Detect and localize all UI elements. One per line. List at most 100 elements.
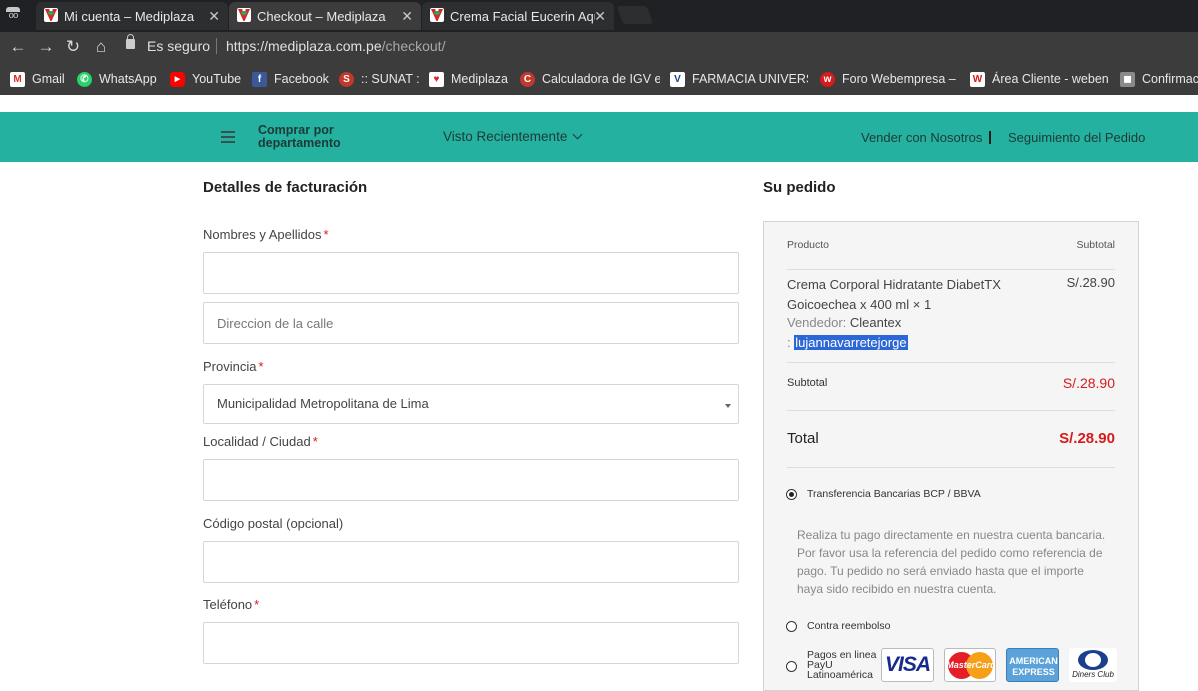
browser-tab-bar: oo Mi cuenta – Mediplaza ✕ Checkout – Me… <box>0 0 1198 32</box>
street-address-field[interactable]: Direccion de la calle <box>203 302 739 344</box>
lock-icon <box>126 34 135 49</box>
gmail-icon: M <box>10 72 25 87</box>
forward-arrow-icon[interactable]: → <box>36 37 56 57</box>
url-omnibox[interactable]: Es seguro https://mediplaza.com.pe/check… <box>120 34 1198 59</box>
tab-crema-facial[interactable]: Crema Facial Eucerin Aqu ✕ <box>422 2 614 30</box>
total-value: S/.28.90 <box>1059 430 1115 447</box>
omnibox-separator <box>216 38 217 54</box>
order-summary-box: Producto Subtotal Crema Corporal Hidrata… <box>763 221 1139 691</box>
chevron-down-icon <box>572 129 583 140</box>
bank-transfer-description: Realiza tu pago directamente en nuestra … <box>797 528 1106 596</box>
cash-on-delivery-radio[interactable] <box>786 621 797 632</box>
product-name: Crema Corporal Hidratante DiabetTX Goico… <box>787 277 1001 312</box>
postal-code-field[interactable] <box>203 541 739 583</box>
vendor-name: Cleantex <box>849 315 902 330</box>
subtotal-column-header: Subtotal <box>1076 239 1115 251</box>
tab-mi-cuenta[interactable]: Mi cuenta – Mediplaza ✕ <box>36 2 228 30</box>
bookmark-mediplaza[interactable]: ♥ Mediplaza <box>429 71 511 89</box>
payu-label[interactable]: Pagos en linea PayU Latinoamérica <box>807 650 879 681</box>
new-tab-button[interactable] <box>616 6 654 24</box>
bank-transfer-label[interactable]: Transferencia Bancarias BCP / BBVA <box>807 488 981 500</box>
page-top-gap <box>0 95 1198 112</box>
secure-label: Es seguro <box>147 38 211 54</box>
street-address-placeholder: Direccion de la calle <box>217 316 334 331</box>
mediplaza-icon: ♥ <box>429 72 444 87</box>
mediplaza-favicon-icon <box>237 8 251 22</box>
bookmark-youtube[interactable]: ▶ YouTube <box>170 71 244 89</box>
youtube-icon: ▶ <box>170 72 185 87</box>
tab-checkout[interactable]: Checkout – Mediplaza ✕ <box>229 2 421 30</box>
profile-icon: ◼ <box>1120 72 1135 87</box>
diners-club-logo-icon: Diners Club <box>1069 648 1117 682</box>
divider <box>787 467 1115 468</box>
city-label: Localidad / Ciudad * <box>203 434 318 449</box>
billing-title: Detalles de facturación <box>203 179 368 196</box>
incognito-icon: oo <box>4 6 22 24</box>
subtotal-label: Subtotal <box>787 377 828 389</box>
mastercard-logo-icon: MasterCard <box>944 648 996 682</box>
product-column-header: Producto <box>787 239 830 251</box>
product-quantity: × 1 <box>912 297 932 312</box>
name-field[interactable] <box>203 252 739 294</box>
vendor-line: Vendedor: Cleantex <box>787 315 902 330</box>
mediplaza-favicon-icon <box>430 8 444 22</box>
amex-logo-icon: AMERICAN EXPRESS <box>1006 648 1059 682</box>
bookmark-sunat[interactable]: S:: SUNAT :: <box>339 71 419 89</box>
bookmarks-bar: M Gmail ✆ WhatsApp ▶ YouTube f Facebook S:: … <box>0 62 1198 95</box>
sunat-icon: S <box>339 72 354 87</box>
facebook-icon: f <box>252 72 267 87</box>
bookmark-farmacia[interactable]: VFARMACIA UNIVERSA <box>670 71 808 89</box>
reload-icon[interactable]: ↻ <box>63 37 83 57</box>
postal-code-label: Código postal (opcional) <box>203 516 344 531</box>
vendor-user-selected-text[interactable]: lujannavarretejorge <box>794 335 908 350</box>
bookmark-facebook[interactable]: f Facebook <box>252 71 330 89</box>
bookmark-confirmac[interactable]: ◼ Confirmac <box>1120 71 1198 89</box>
departments-menu[interactable]: Comprar por departamento <box>258 124 368 150</box>
bookmark-calculadora-igv[interactable]: C Calculadora de IGV e <box>520 71 660 89</box>
site-header: Comprar por departamento Visto Recientem… <box>0 112 1198 162</box>
bookmark-area-cliente[interactable]: W Área Cliente - weben <box>970 71 1108 89</box>
farmacia-icon: V <box>670 72 685 87</box>
tab-close-icon[interactable]: ✕ <box>401 8 413 25</box>
whatsapp-icon: ✆ <box>77 72 92 87</box>
bookmark-gmail[interactable]: M Gmail <box>10 71 68 89</box>
product-price: S/.28.90 <box>1066 275 1115 290</box>
hamburger-menu-icon[interactable] <box>221 131 235 143</box>
bank-transfer-radio[interactable] <box>786 489 797 500</box>
bookmark-foro-webempresa[interactable]: w Foro Webempresa – F <box>820 71 958 89</box>
header-separator <box>989 131 991 144</box>
url-text[interactable]: https://mediplaza.com.pe/checkout/ <box>226 38 445 54</box>
payu-radio[interactable] <box>786 661 797 672</box>
dropdown-caret-icon <box>725 404 731 408</box>
tab-label: Checkout – Mediplaza <box>257 9 386 24</box>
address-bar: ← → ↻ ⌂ Es seguro https://mediplaza.com.… <box>0 32 1198 62</box>
phone-field[interactable] <box>203 622 739 664</box>
subtotal-value: S/.28.90 <box>1062 375 1115 391</box>
vendor-user-line: : lujannavarretejorge <box>787 335 908 350</box>
tab-close-icon[interactable]: ✕ <box>594 8 606 25</box>
webempresa-client-icon: W <box>970 72 985 87</box>
calculator-icon: C <box>520 72 535 87</box>
divider <box>787 410 1115 411</box>
back-arrow-icon[interactable]: ← <box>8 37 28 57</box>
divider <box>787 269 1115 270</box>
tab-label: Mi cuenta – Mediplaza <box>64 9 195 24</box>
cash-on-delivery-label[interactable]: Contra reembolso <box>807 620 890 632</box>
phone-label: Teléfono * <box>203 597 260 612</box>
province-label: Provincia * <box>203 359 264 374</box>
province-selected-value: Municipalidad Metropolitana de Lima <box>217 396 429 411</box>
city-field[interactable] <box>203 459 739 501</box>
order-title: Su pedido <box>763 179 836 196</box>
recently-viewed-dropdown[interactable]: Visto Recientemente <box>443 129 583 144</box>
divider <box>787 362 1115 363</box>
sell-with-us-link[interactable]: Vender con Nosotros <box>861 130 982 145</box>
webempresa-icon: w <box>820 72 835 87</box>
province-select[interactable]: Municipalidad Metropolitana de Lima <box>203 384 739 424</box>
bookmark-whatsapp[interactable]: ✆ WhatsApp <box>77 71 161 89</box>
name-label: Nombres y Apellidos * <box>203 227 329 242</box>
order-tracking-link[interactable]: Seguimiento del Pedido <box>1008 130 1145 145</box>
tab-close-icon[interactable]: ✕ <box>208 8 220 25</box>
visa-logo-icon: VISA <box>881 648 934 682</box>
home-icon[interactable]: ⌂ <box>91 37 111 57</box>
total-label: Total <box>787 430 819 447</box>
